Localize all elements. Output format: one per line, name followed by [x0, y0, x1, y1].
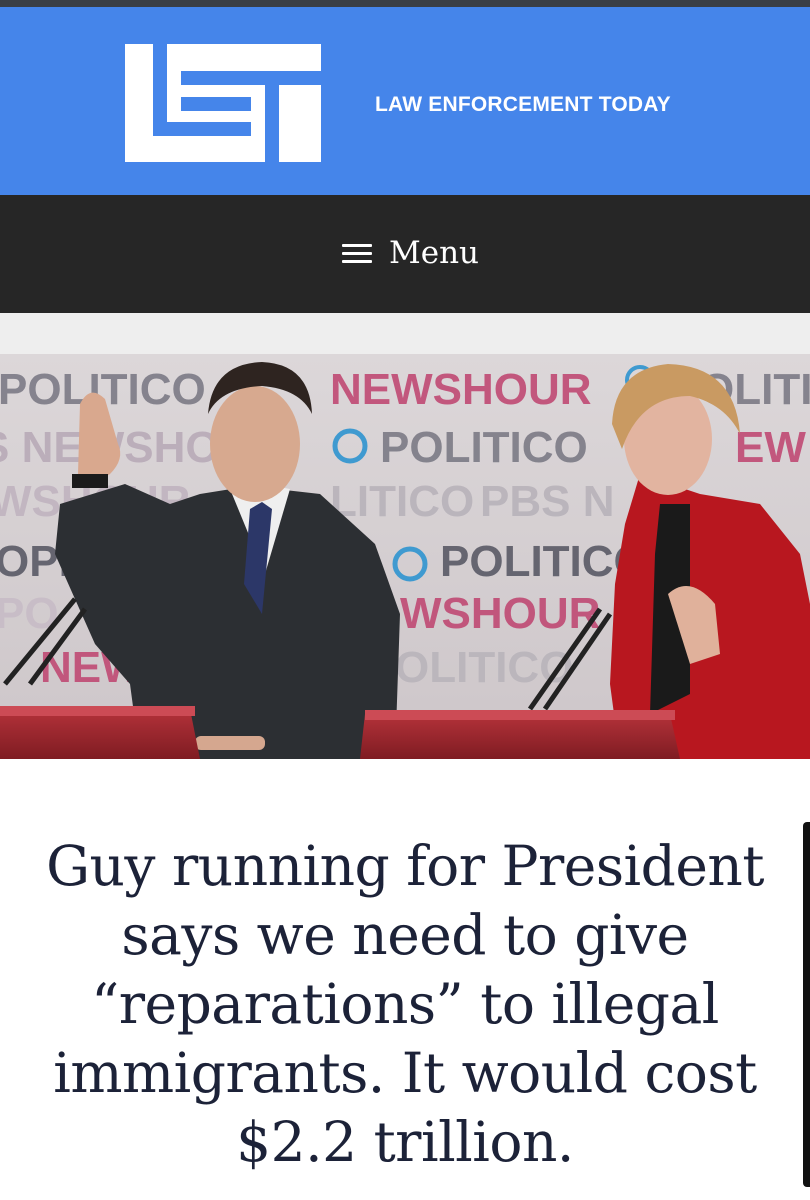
scrollbar[interactable]	[803, 822, 810, 1187]
menu-button[interactable]: Menu	[342, 231, 479, 275]
debate-photo: POLITICO NEWSHOUR OLITIC S NEWSHOUR POLI…	[0, 354, 810, 759]
spacer-band	[0, 313, 810, 354]
svg-text:WSHOUR: WSHOUR	[400, 589, 600, 638]
svg-text:PBS N: PBS N	[480, 477, 614, 526]
site-logo[interactable]	[125, 44, 321, 162]
article-hero-image[interactable]: POLITICO NEWSHOUR OLITIC S NEWSHOUR POLI…	[0, 354, 810, 759]
menu-label: Menu	[389, 235, 480, 271]
svg-text:POLITICO: POLITICO	[380, 423, 588, 472]
main-navigation: Menu	[0, 195, 810, 313]
let-logo-icon	[125, 44, 321, 162]
status-strip	[0, 0, 810, 7]
svg-text:NEWSHOUR: NEWSHOUR	[330, 365, 592, 414]
svg-text:LITICO: LITICO	[330, 477, 474, 526]
svg-text:EW: EW	[735, 423, 806, 472]
article-headline[interactable]: Guy running for President says we need t…	[40, 832, 770, 1177]
site-title[interactable]: LAW ENFORCEMENT TODAY	[375, 93, 671, 117]
hamburger-icon	[342, 242, 372, 264]
site-header: LAW ENFORCEMENT TODAY	[0, 7, 810, 195]
